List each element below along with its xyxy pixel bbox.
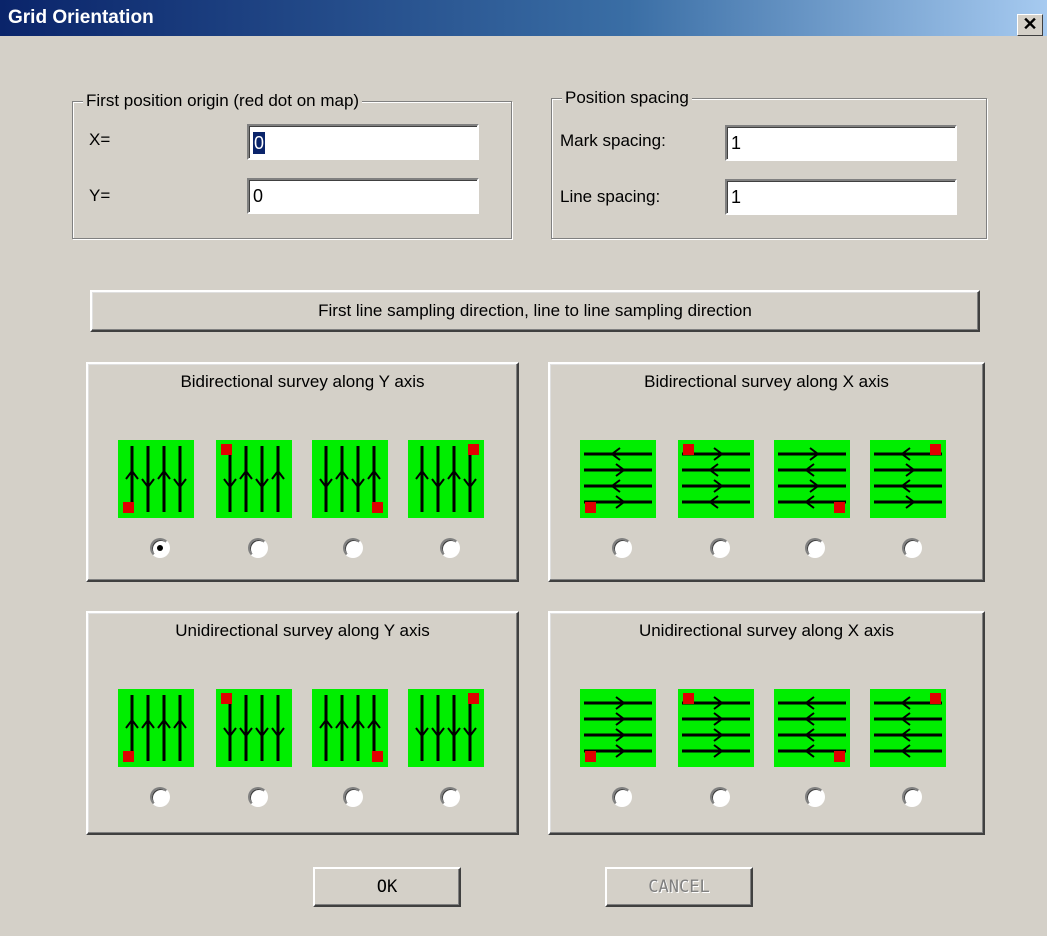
origin-dot [683,693,694,704]
pattern-radio-2[interactable] [248,538,268,558]
origin-dot [372,751,383,762]
mark-spacing-label: Mark spacing: [560,131,666,150]
x-input[interactable] [249,126,477,158]
line-spacing-field[interactable] [725,179,957,215]
pattern-radio-1[interactable] [150,538,170,558]
origin-group-title: First position origin (red dot on map) [83,91,363,111]
line-spacing-label: Line spacing: [560,187,661,206]
pattern-icon-2 [678,689,754,767]
origin-dot [468,444,479,455]
origin-group: First position origin (red dot on map) X… [72,91,512,239]
pattern-icon-3 [774,440,850,518]
pattern-icon-2 [216,440,292,518]
origin-dot [585,502,596,513]
pattern-radio-3[interactable] [343,787,363,807]
pattern-icon-3 [312,689,388,767]
pattern-icon-4 [408,689,484,767]
pattern-radio-4[interactable] [902,538,922,558]
pattern-icon-3 [312,440,388,518]
origin-dot [834,502,845,513]
origin-dot [221,444,232,455]
survey-bidirectional-x: Bidirectional survey along X axis [548,362,985,582]
origin-dot [372,502,383,513]
spacing-group-title: Position spacing [562,88,692,108]
x-field[interactable]: 0 [247,124,479,160]
origin-dot [123,751,134,762]
window-title: Grid Orientation [8,7,154,28]
origin-dot [221,693,232,704]
pattern-radio-1[interactable] [150,787,170,807]
pattern-radio-1[interactable] [612,538,632,558]
pattern-icon-2 [216,689,292,767]
pattern-icon-1 [580,689,656,767]
y-label: Y= [89,186,111,205]
y-field[interactable] [247,178,479,214]
pattern-icon-2 [678,440,754,518]
x-label: X= [89,130,111,149]
survey-bidirectional-y: Bidirectional survey along Y axis [86,362,519,582]
y-input[interactable] [249,180,477,212]
cancel-button[interactable]: CANCEL [605,867,753,907]
close-button[interactable]: ✕ [1017,14,1043,36]
mark-spacing-field[interactable] [725,125,957,161]
survey-title: Unidirectional survey along X axis [638,621,895,640]
pattern-radio-1[interactable] [612,787,632,807]
pattern-radio-4[interactable] [440,538,460,558]
pattern-icon-1 [118,440,194,518]
survey-title: Bidirectional survey along Y axis [180,372,425,391]
title-bar: Grid Orientation ✕ [0,0,1047,36]
pattern-radio-2[interactable] [710,787,730,807]
origin-dot [683,444,694,455]
pattern-icon-1 [118,689,194,767]
sampling-direction-heading: First line sampling direction, line to l… [90,290,980,332]
pattern-icon-4 [408,440,484,518]
pattern-radio-2[interactable] [248,787,268,807]
pattern-icon-1 [580,440,656,518]
origin-dot [123,502,134,513]
origin-dot [585,751,596,762]
pattern-icon-4 [870,440,946,518]
spacing-group: Position spacing Mark spacing: Line spac… [551,88,987,239]
origin-dot [930,693,941,704]
origin-dot [468,693,479,704]
line-spacing-input[interactable] [727,181,955,213]
pattern-radio-2[interactable] [710,538,730,558]
pattern-radio-3[interactable] [343,538,363,558]
pattern-radio-4[interactable] [902,787,922,807]
pattern-radio-3[interactable] [805,787,825,807]
survey-unidirectional-x: Unidirectional survey along X axis [548,611,985,835]
origin-dot [834,751,845,762]
pattern-radio-3[interactable] [805,538,825,558]
pattern-icon-3 [774,689,850,767]
ok-button[interactable]: OK [313,867,461,907]
survey-unidirectional-y: Unidirectional survey along Y axis [86,611,519,835]
survey-title: Unidirectional survey along Y axis [175,621,430,640]
survey-title: Bidirectional survey along X axis [644,372,889,391]
mark-spacing-input[interactable] [727,127,955,159]
origin-dot [930,444,941,455]
pattern-radio-4[interactable] [440,787,460,807]
pattern-icon-4 [870,689,946,767]
close-icon: ✕ [1022,14,1038,34]
